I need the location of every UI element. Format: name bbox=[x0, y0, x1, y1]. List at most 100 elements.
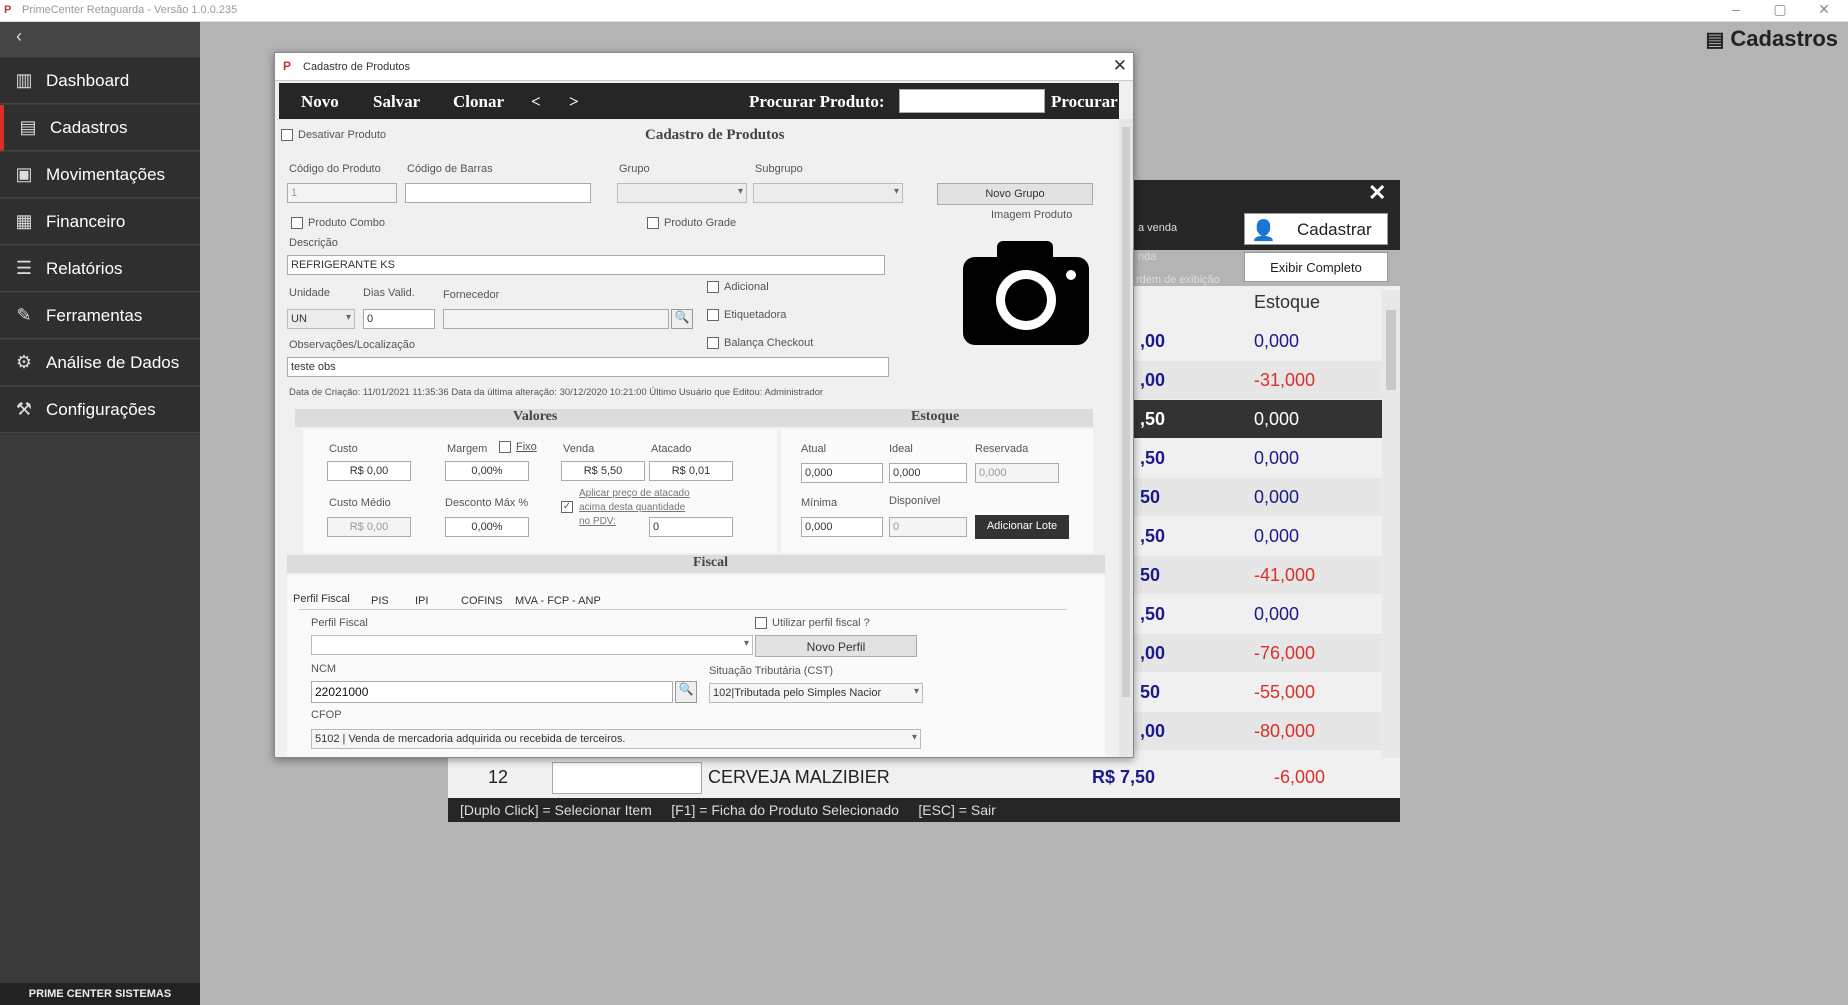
salvar-button[interactable]: Salvar bbox=[373, 92, 420, 112]
desativar-checkbox[interactable]: Desativar Produto bbox=[281, 129, 386, 142]
utilizar-perfil-checkbox[interactable]: Utilizar perfil fiscal ? bbox=[755, 617, 870, 630]
checkbox-box[interactable] bbox=[647, 217, 659, 230]
table-row[interactable]: ,50 0,000 bbox=[1134, 595, 1382, 633]
novo-grupo-button[interactable]: Novo Grupo bbox=[937, 183, 1093, 205]
sidebar-footer: PRIME CENTER SISTEMAS bbox=[0, 983, 200, 1005]
search-input[interactable] bbox=[899, 89, 1045, 113]
table-scrollbar[interactable] bbox=[1382, 290, 1400, 795]
clonar-button[interactable]: Clonar bbox=[453, 92, 504, 112]
grupo-select[interactable]: ▾ bbox=[617, 183, 747, 203]
sidebar-item-financeiro[interactable]: ▦ Financeiro bbox=[0, 199, 200, 245]
cst-select[interactable]: 102|Tributada pelo Simples Nacior ▾ bbox=[709, 683, 923, 703]
ideal-field[interactable]: 0,000 bbox=[889, 463, 967, 483]
dias-field[interactable]: 0 bbox=[363, 309, 435, 329]
previous-button[interactable]: < bbox=[531, 92, 541, 112]
fornecedor-field[interactable] bbox=[443, 309, 669, 329]
scroll-thumb[interactable] bbox=[1386, 310, 1396, 390]
sidebar-item-ferramentas[interactable]: ✎ Ferramentas bbox=[0, 293, 200, 339]
checkbox-box[interactable] bbox=[707, 309, 719, 322]
tab-cofins[interactable]: COFINS bbox=[461, 595, 503, 607]
sidebar-item-dashboard[interactable]: ▥ Dashboard bbox=[0, 58, 200, 104]
perfil-fiscal-label: Perfil Fiscal bbox=[311, 617, 368, 629]
margem-field[interactable]: 0,00% bbox=[445, 461, 529, 481]
etiquetadora-checkbox[interactable]: Etiquetadora bbox=[707, 309, 786, 322]
codigo-field[interactable]: 1 bbox=[287, 183, 397, 203]
tab-ipi[interactable]: IPI bbox=[415, 595, 428, 607]
search-icon[interactable]: 🔍 bbox=[675, 681, 697, 703]
quantidade-atacado-field[interactable]: 0 bbox=[649, 517, 733, 537]
novo-button[interactable]: Novo bbox=[301, 92, 339, 112]
table-row[interactable]: 12 CERVEJA MALZIBIER R$ 7,50 -6,000 bbox=[448, 758, 1400, 798]
minimize-icon[interactable]: – bbox=[1716, 1, 1756, 17]
ncm-label: NCM bbox=[311, 663, 337, 675]
novo-perfil-button[interactable]: Novo Perfil bbox=[755, 635, 917, 657]
balanca-checkbox[interactable]: Balança Checkout bbox=[707, 337, 813, 350]
checkbox-box[interactable] bbox=[291, 217, 303, 230]
table-row[interactable]: ,50 0,000 bbox=[1134, 439, 1382, 477]
cst-label: Situação Tributária (CST) bbox=[709, 665, 834, 677]
adicionar-lote-button[interactable]: Adicionar Lote bbox=[975, 515, 1069, 539]
table-row[interactable]: 50 -41,000 bbox=[1134, 556, 1382, 594]
fixo-checkbox[interactable]: Fixo bbox=[499, 441, 537, 454]
tab-mva-fcp-anp[interactable]: MVA - FCP - ANP bbox=[515, 595, 601, 607]
close-icon[interactable]: ✕ bbox=[1113, 56, 1127, 76]
search-icon[interactable]: 🔍 bbox=[671, 309, 693, 329]
checkbox-box[interactable] bbox=[499, 441, 511, 454]
camera-icon[interactable] bbox=[963, 239, 1089, 345]
minima-field[interactable]: 0,000 bbox=[801, 517, 883, 537]
produto-grade-checkbox[interactable]: Produto Grade bbox=[647, 217, 737, 230]
checkbox-box[interactable] bbox=[707, 281, 719, 294]
close-icon[interactable]: ✕ bbox=[1368, 180, 1386, 206]
table-row[interactable]: 50 -55,000 bbox=[1134, 673, 1382, 711]
sidebar-item-configuracoes[interactable]: ⚒ Configurações bbox=[0, 387, 200, 433]
tab-divider bbox=[299, 609, 1067, 610]
descricao-field[interactable]: REFRIGERANTE KS bbox=[287, 255, 885, 275]
close-icon[interactable]: ✕ bbox=[1804, 1, 1844, 18]
ncm-field[interactable]: 22021000 bbox=[311, 681, 673, 703]
exibir-completo-button[interactable]: Exibir Completo bbox=[1244, 252, 1388, 282]
collapse-sidebar-button[interactable]: ‹ bbox=[0, 22, 200, 57]
price-cell: 50 bbox=[1140, 487, 1161, 507]
tab-perfil-fiscal[interactable]: Perfil Fiscal bbox=[293, 593, 350, 605]
desconto-field[interactable]: 0,00% bbox=[445, 517, 529, 537]
sidebar-item-movimentacoes[interactable]: ▣ Movimentações bbox=[0, 152, 200, 198]
table-row[interactable]: ,00 -76,000 bbox=[1134, 634, 1382, 672]
venda-field[interactable]: R$ 5,50 bbox=[561, 461, 645, 481]
disponivel-field: 0 bbox=[889, 517, 967, 537]
checkbox-label: Produto Grade bbox=[664, 217, 737, 229]
custo-medio-label: Custo Médio bbox=[329, 497, 391, 509]
table-row[interactable]: 50 0,000 bbox=[1134, 478, 1382, 516]
barras-field[interactable] bbox=[405, 183, 591, 203]
table-row[interactable]: ,50 0,000 bbox=[1134, 517, 1382, 555]
unidade-select[interactable]: UN ▾ bbox=[287, 309, 355, 329]
checkbox-box[interactable]: ✓ bbox=[561, 501, 573, 514]
price-cell: ,00 bbox=[1140, 331, 1166, 351]
aplicar-atacado-checkbox[interactable]: ✓ bbox=[561, 501, 578, 514]
dialog-scrollbar[interactable] bbox=[1119, 119, 1133, 757]
subgrupo-select[interactable]: ▾ bbox=[753, 183, 903, 203]
checkbox-box[interactable] bbox=[281, 129, 293, 142]
checkbox-box[interactable] bbox=[707, 337, 719, 350]
next-button[interactable]: > bbox=[569, 92, 579, 112]
table-row-selected[interactable]: ,50 0,000 bbox=[1134, 400, 1382, 438]
sidebar-item-relatorios[interactable]: ☰ Relatórios bbox=[0, 246, 200, 292]
custo-field[interactable]: R$ 0,00 bbox=[327, 461, 411, 481]
cfop-select[interactable]: 5102 | Venda de mercadoria adquirida ou … bbox=[311, 729, 921, 749]
checkbox-box[interactable] bbox=[755, 617, 767, 630]
maximize-icon[interactable]: ▢ bbox=[1760, 1, 1800, 18]
perfil-fiscal-select[interactable]: ▾ bbox=[311, 635, 753, 655]
produto-combo-checkbox[interactable]: Produto Combo bbox=[291, 217, 385, 230]
table-row[interactable]: ,00 0,000 bbox=[1134, 322, 1382, 360]
scroll-thumb[interactable] bbox=[1122, 127, 1130, 697]
adicional-checkbox[interactable]: Adicional bbox=[707, 281, 769, 294]
table-row[interactable]: ,00 -80,000 bbox=[1134, 712, 1382, 750]
cadastrar-button[interactable]: 👤 Cadastrar bbox=[1244, 213, 1388, 245]
table-row[interactable]: ,00 -31,000 bbox=[1134, 361, 1382, 399]
procurar-button[interactable]: Procurar bbox=[1051, 92, 1118, 112]
atacado-field[interactable]: R$ 0,01 bbox=[649, 461, 733, 481]
atual-field[interactable]: 0,000 bbox=[801, 463, 883, 483]
obs-field[interactable]: teste obs bbox=[287, 357, 889, 377]
tab-pis[interactable]: PIS bbox=[371, 595, 389, 607]
sidebar-item-cadastros[interactable]: ▤ Cadastros bbox=[0, 105, 200, 151]
sidebar-item-analise[interactable]: ⚙ Análise de Dados bbox=[0, 340, 200, 386]
